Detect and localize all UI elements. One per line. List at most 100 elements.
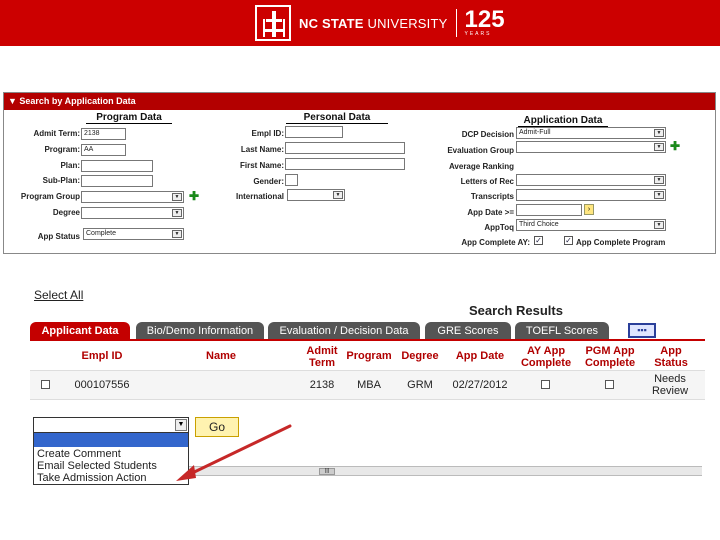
- search-results-title: Search Results: [469, 303, 563, 318]
- column-header-empl-id[interactable]: Empl ID: [62, 350, 142, 362]
- empl-id-input[interactable]: [285, 126, 343, 138]
- plan-label: Plan:: [60, 161, 80, 170]
- column-header-pgm-app-complete[interactable]: PGM App Complete: [578, 345, 642, 369]
- apptoq-select[interactable]: Third Choice ▼: [516, 219, 666, 231]
- chevron-down-icon: ▼: [654, 176, 664, 184]
- first-name-input[interactable]: [285, 158, 405, 170]
- cell-admit-term: 2138: [309, 379, 335, 391]
- evaluation-group-select[interactable]: ▼: [516, 141, 666, 153]
- gender-input[interactable]: [285, 174, 298, 186]
- app-complete-ay-label: App Complete AY:: [461, 238, 530, 247]
- app-status-value: Complete: [86, 230, 116, 237]
- column-header-degree[interactable]: Degree: [396, 350, 444, 362]
- degree-label: Degree: [52, 208, 80, 217]
- first-name-label: First Name:: [239, 161, 284, 170]
- program-input[interactable]: AA: [81, 144, 126, 156]
- admit-term-input[interactable]: 2138: [81, 128, 126, 140]
- horizontal-scrollbar[interactable]: |||: [189, 466, 702, 476]
- degree-select[interactable]: ▼: [81, 207, 184, 219]
- select-all-link[interactable]: Select All: [34, 288, 83, 302]
- column-header-name[interactable]: Name: [185, 350, 257, 362]
- chevron-down-icon: ▼: [172, 230, 182, 238]
- program-group-select[interactable]: ▼: [81, 191, 184, 203]
- cell-degree: GRM: [407, 379, 433, 391]
- app-complete-program-checkbox[interactable]: ✓: [564, 236, 573, 245]
- tab-toefl-scores[interactable]: TOEFL Scores: [515, 322, 609, 340]
- app-date-label: App Date >=: [467, 208, 514, 217]
- university-logo: NC STATE UNIVERSITY 125 YEARS: [255, 4, 505, 42]
- more-tabs-icon[interactable]: ▪▪▪: [628, 323, 656, 338]
- app-status-label: App Status: [37, 232, 80, 241]
- program-group-label: Program Group: [20, 192, 80, 201]
- option-email-selected-students[interactable]: Email Selected Students: [37, 460, 157, 472]
- sub-plan-input[interactable]: [81, 175, 153, 187]
- add-evaluation-group-icon[interactable]: ✚: [670, 140, 680, 152]
- university-name: NC STATE UNIVERSITY: [299, 15, 448, 31]
- chevron-down-icon: ▼: [654, 221, 664, 229]
- search-panel: ▼ Search by Application Data Program Dat…: [3, 92, 716, 254]
- dcp-decision-label: DCP Decision: [461, 130, 514, 139]
- last-name-input[interactable]: [285, 142, 405, 154]
- dcp-decision-value: Admit-Full: [519, 129, 551, 136]
- anniversary-number: 125: [464, 6, 505, 33]
- cell-app-status: Needs Review: [651, 373, 689, 397]
- chevron-down-icon: ▼: [654, 129, 664, 137]
- highlighted-option[interactable]: [34, 433, 188, 447]
- column-header-app-status[interactable]: App Status: [646, 345, 696, 369]
- cell-program: MBA: [357, 379, 381, 391]
- logo-divider: [455, 9, 457, 37]
- evaluation-group-label: Evaluation Group: [447, 146, 514, 155]
- app-complete-ay-checkbox[interactable]: ✓: [534, 236, 543, 245]
- cell-pgm-app-complete-checkbox[interactable]: [605, 380, 614, 389]
- chevron-down-icon: ▼: [172, 193, 182, 201]
- cell-empl-id: 000107556: [74, 379, 130, 391]
- letters-of-rec-label: Letters of Rec: [460, 177, 514, 186]
- chevron-down-icon: ▼: [654, 143, 664, 151]
- dcp-decision-select[interactable]: Admit-Full ▼: [516, 127, 666, 139]
- cell-app-date: 02/27/2012: [452, 379, 508, 391]
- chevron-down-icon: ▼: [172, 209, 182, 217]
- chevron-down-icon: ▼: [333, 191, 343, 199]
- column-header-admit-term[interactable]: Admit Term: [300, 345, 344, 369]
- action-options-list[interactable]: Create Comment Email Selected Students T…: [33, 432, 189, 485]
- chevron-down-icon: ▼: [654, 191, 664, 199]
- app-date-input[interactable]: [516, 204, 582, 216]
- personal-data-title: Personal Data: [286, 112, 388, 124]
- transcripts-label: Transcripts: [470, 192, 514, 201]
- transcripts-select[interactable]: ▼: [516, 189, 666, 201]
- app-status-select[interactable]: Complete ▼: [83, 228, 184, 240]
- tab-bio-demo[interactable]: Bio/Demo Information: [136, 322, 264, 340]
- letters-of-rec-select[interactable]: ▼: [516, 174, 666, 186]
- admit-term-label: Admit Term:: [33, 129, 80, 138]
- column-header-program[interactable]: Program: [342, 350, 396, 362]
- plan-input[interactable]: [81, 160, 153, 172]
- empl-id-label: Empl ID:: [251, 129, 284, 138]
- action-select[interactable]: ▼: [33, 417, 189, 433]
- row-select-checkbox[interactable]: [41, 380, 50, 389]
- tab-applicant-data[interactable]: Applicant Data: [30, 322, 130, 340]
- search-panel-header[interactable]: ▼ Search by Application Data: [4, 93, 715, 110]
- cell-ay-app-complete-checkbox[interactable]: [541, 380, 550, 389]
- average-ranking-label: Average Ranking: [448, 162, 514, 171]
- column-header-ay-app-complete[interactable]: AY App Complete: [514, 345, 578, 369]
- international-select[interactable]: ▼: [287, 189, 345, 201]
- apptoq-value: Third Choice: [519, 221, 559, 228]
- add-program-group-icon[interactable]: ✚: [189, 190, 199, 202]
- chevron-down-icon: ▼: [175, 419, 187, 431]
- column-header-app-date[interactable]: App Date: [448, 350, 512, 362]
- tab-gre-scores[interactable]: GRE Scores: [425, 322, 511, 340]
- apptoq-label: AppToq: [484, 223, 514, 232]
- option-create-comment[interactable]: Create Comment: [37, 448, 121, 460]
- gender-label: Gender:: [253, 177, 284, 186]
- option-take-admission-action[interactable]: Take Admission Action: [37, 472, 146, 484]
- last-name-label: Last Name:: [240, 145, 284, 154]
- program-label: Program:: [44, 145, 80, 154]
- tab-evaluation-decision[interactable]: Evaluation / Decision Data: [268, 322, 420, 340]
- sub-plan-label: Sub-Plan:: [42, 176, 80, 185]
- program-data-title: Program Data: [86, 112, 172, 124]
- calendar-icon[interactable]: ›: [584, 204, 594, 215]
- international-label: International: [235, 192, 284, 201]
- go-button[interactable]: Go: [195, 417, 239, 437]
- scrollbar-thumb[interactable]: |||: [319, 468, 335, 475]
- tab-strip-divider: [30, 339, 705, 341]
